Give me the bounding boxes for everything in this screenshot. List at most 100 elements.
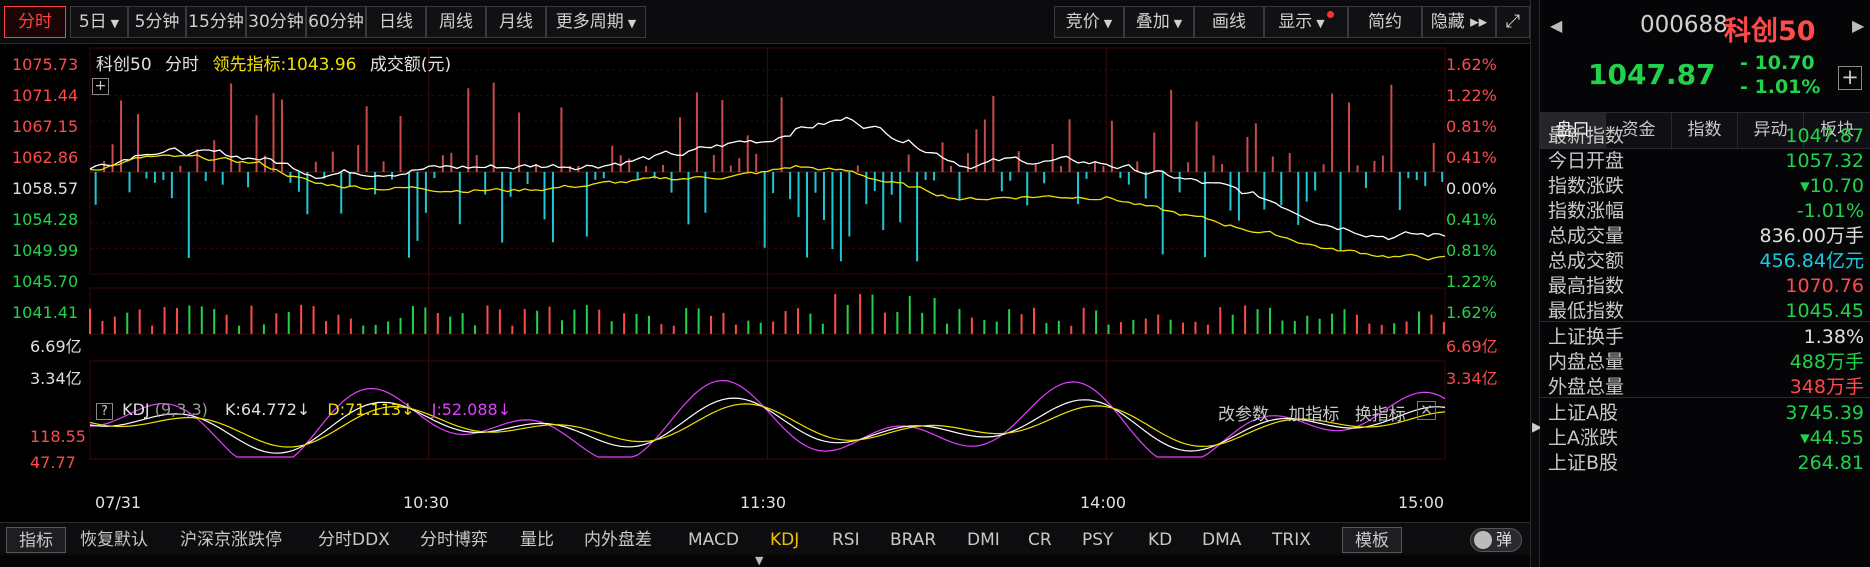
hide-button[interactable]: 隐藏 ▸▸ bbox=[1422, 6, 1496, 38]
quote-value-number: 3745.39 bbox=[1785, 402, 1864, 424]
panel-separator bbox=[1540, 148, 1870, 149]
percent-tick: 0.81% bbox=[1446, 117, 1497, 136]
quote-value-number: 1070.76 bbox=[1785, 275, 1864, 297]
time-tick: 07/31 bbox=[95, 493, 142, 512]
indicator-tab-dma[interactable]: DMA bbox=[1202, 527, 1241, 553]
close-icon[interactable]: ✕ bbox=[1417, 401, 1436, 420]
indicator-tab-rsi[interactable]: RSI bbox=[832, 527, 860, 553]
caret-down-icon: ▼ bbox=[110, 17, 120, 30]
quote-value-number: 1.38% bbox=[1803, 326, 1864, 348]
indicator-tab-kdj[interactable]: KDJ bbox=[770, 527, 799, 553]
period-tab-weekly[interactable]: 周线 bbox=[426, 6, 486, 38]
overlay-button[interactable]: 叠加 ▼ bbox=[1124, 6, 1194, 38]
panel-separator bbox=[1540, 112, 1870, 113]
period-tab-15min[interactable]: 15分钟 bbox=[186, 6, 246, 38]
popup-toggle[interactable]: 弹 bbox=[1470, 528, 1522, 552]
price-tick: 1058.57 bbox=[12, 179, 79, 198]
add-watchlist-icon[interactable]: + bbox=[1838, 66, 1862, 90]
period-tab-5min[interactable]: 5分钟 bbox=[128, 6, 186, 38]
kdj-legend: ? KDJ (9,3,3) K:64.772↓ D:71.113↓ J:52.0… bbox=[96, 400, 511, 420]
quote-value-number: 456.84 bbox=[1759, 250, 1826, 272]
quote-value-unit: 万手 bbox=[1825, 376, 1864, 398]
price-tick: 1071.44 bbox=[12, 86, 79, 105]
caret-down-icon: ▼ bbox=[1103, 17, 1113, 30]
percent-tick: 1.62% bbox=[1446, 303, 1497, 322]
kdj-actions: 改参数 加指标 换指标 bbox=[1218, 400, 1406, 425]
draw-line-button[interactable]: 画线 bbox=[1194, 6, 1264, 38]
period-toolbar: 分时 5日 ▼ 5分钟 15分钟 30分钟 60分钟 日线 周线 月线 更多周期 ▼… bbox=[0, 0, 1535, 44]
fullscreen-icon[interactable]: ⤢ bbox=[1496, 6, 1530, 38]
scroll-down-icon[interactable]: ▼ bbox=[755, 555, 763, 566]
index-change: - 10.70 bbox=[1740, 52, 1815, 74]
indicator-tab-brar[interactable]: BRAR bbox=[890, 527, 936, 553]
help-icon[interactable]: ? bbox=[96, 403, 113, 420]
percent-tick: 0.00% bbox=[1446, 179, 1497, 198]
display-button[interactable]: 显示 ▼ bbox=[1264, 6, 1348, 38]
quote-value-number: 1047.87 bbox=[1785, 125, 1864, 147]
toggle-label: 弹 bbox=[1496, 530, 1513, 549]
switch-indicator-button[interactable]: 换指标 bbox=[1355, 405, 1406, 425]
percent-tick: 1.22% bbox=[1446, 272, 1497, 291]
indicator-tab-inout[interactable]: 内外盘差 bbox=[584, 527, 652, 553]
period-tab-monthly[interactable]: 月线 bbox=[486, 6, 546, 38]
legend-index-name: 科创50 bbox=[96, 55, 152, 75]
next-stock-icon[interactable]: ▶ bbox=[1852, 16, 1864, 35]
indicator-tab-dmi[interactable]: DMI bbox=[967, 527, 1000, 553]
quote-value-number: ▾44.55 bbox=[1800, 427, 1864, 449]
indicator-tab-cr[interactable]: CR bbox=[1028, 527, 1052, 553]
period-tab-more[interactable]: 更多周期 ▼ bbox=[546, 6, 646, 38]
panel-divider[interactable]: ▶ bbox=[1530, 0, 1542, 567]
auction-button[interactable]: 竞价 ▼ bbox=[1054, 6, 1124, 38]
indicator-tab-kd[interactable]: KD bbox=[1148, 527, 1172, 553]
add-overlay-icon[interactable]: + bbox=[92, 78, 109, 95]
kdj-params: (9,3,3) bbox=[154, 400, 208, 419]
indicator-tab-ddx[interactable]: 分时DDX bbox=[318, 527, 390, 553]
panel-separator bbox=[1540, 397, 1870, 398]
indicator-menu-button[interactable]: 指标 bbox=[6, 527, 66, 553]
indicator-tab-limit[interactable]: 沪深京涨跌停 bbox=[180, 527, 282, 553]
quote-panel: ◀ ▶ 000688 科创50 1047.87 - 10.70 - 1.01% … bbox=[1540, 0, 1870, 567]
quote-row-label: 上证B股 bbox=[1548, 452, 1619, 474]
period-tab-60min[interactable]: 60分钟 bbox=[306, 6, 366, 38]
quote-value-number: 1057.32 bbox=[1785, 150, 1864, 172]
quote-value-number: 1045.45 bbox=[1785, 300, 1864, 322]
prev-stock-icon[interactable]: ◀ bbox=[1550, 16, 1562, 35]
period-tab-daily[interactable]: 日线 bbox=[366, 6, 426, 38]
period-tab-30min[interactable]: 30分钟 bbox=[246, 6, 306, 38]
add-indicator-button[interactable]: 加指标 bbox=[1288, 405, 1339, 425]
index-price: 1047.87 bbox=[1588, 58, 1716, 91]
template-button[interactable]: 模板 bbox=[1342, 527, 1402, 553]
period-tab-5day[interactable]: 5日 ▼ bbox=[70, 6, 128, 38]
legend-leading-value: 1043.96 bbox=[286, 55, 357, 75]
edit-params-button[interactable]: 改参数 bbox=[1218, 405, 1269, 425]
quote-value-unit: 万手 bbox=[1825, 225, 1864, 247]
quote-value-number: 348 bbox=[1789, 376, 1826, 398]
chart-canvas bbox=[89, 47, 1446, 460]
caret-down-icon: ▼ bbox=[1316, 17, 1325, 30]
percent-tick: 1.62% bbox=[1446, 55, 1497, 74]
indicator-tab-game[interactable]: 分时博弈 bbox=[420, 527, 488, 553]
price-tick: 1041.41 bbox=[12, 303, 79, 322]
volume-tick: 3.34亿 bbox=[1446, 369, 1498, 388]
kdj-k-value: K:64.772↓ bbox=[225, 400, 311, 419]
percent-tick: 0.41% bbox=[1446, 148, 1497, 167]
indicator-tab-reset[interactable]: 恢复默认 bbox=[80, 527, 148, 553]
quote-value-number: 264.81 bbox=[1797, 452, 1864, 474]
indicator-tab-macd[interactable]: MACD bbox=[688, 527, 739, 553]
kdj-d-value: D:71.113↓ bbox=[327, 400, 415, 419]
indicator-tab-psy[interactable]: PSY bbox=[1082, 527, 1113, 553]
legend-mode: 分时 bbox=[165, 55, 200, 75]
notification-dot-icon bbox=[1326, 11, 1334, 18]
quote-value-number: 836.00 bbox=[1759, 225, 1826, 247]
indicator-tab-trix[interactable]: TRIX bbox=[1272, 527, 1311, 553]
indicator-tab-bar: 指标 恢复默认 沪深京涨跌停 分时DDX 分时博弈 量比 内外盘差 MACD K… bbox=[0, 522, 1535, 555]
quote-value-number: 488 bbox=[1789, 351, 1826, 373]
indicator-tab-volume-ratio[interactable]: 量比 bbox=[520, 527, 554, 553]
volume-tick: 3.34亿 bbox=[30, 369, 82, 388]
percent-tick: 0.41% bbox=[1446, 210, 1497, 229]
intraday-chart: 科创50 分时 领先指标:1043.96 成交额(元) + 1075.73 10… bbox=[0, 44, 1530, 522]
simple-mode-button[interactable]: 简约 bbox=[1348, 6, 1422, 38]
period-tab-intraday[interactable]: 分时 bbox=[4, 6, 66, 38]
percent-tick: 1.22% bbox=[1446, 86, 1497, 105]
volume-tick: 6.69亿 bbox=[1446, 337, 1498, 356]
